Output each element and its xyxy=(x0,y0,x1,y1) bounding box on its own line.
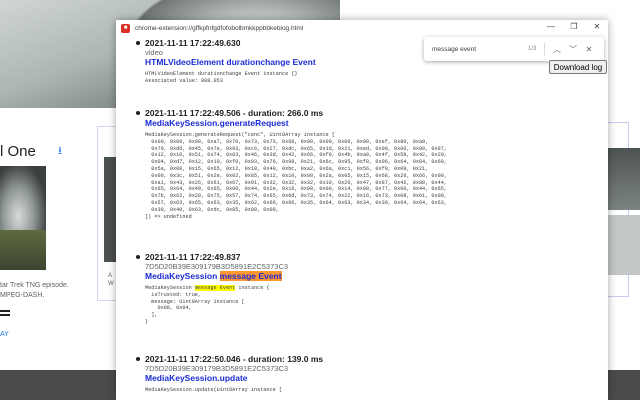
log-entry-timestamp-text: 2021-11-11 17:22:49.630 xyxy=(145,38,241,48)
background-card-description-line: MPEG-DASH. xyxy=(0,292,45,299)
log-entry-name: MediaKeySession.update xyxy=(145,373,248,383)
log-entry-subtitle: 7D5D20B39E309179B3D5891E2C5373C3 xyxy=(145,262,289,271)
background-card-description-line: tar Trek TNG episode. xyxy=(0,282,69,289)
find-close-button[interactable]: ✕ xyxy=(583,45,595,54)
log-entry-timestamp-text: 2021-11-11 17:22:49.506 - duration: 266.… xyxy=(145,108,324,118)
log-entry: 2021-11-11 17:22:49.630 video HTMLVideoE… xyxy=(136,38,556,85)
log-entry-name: MediaKeySession.generateRequest xyxy=(145,118,289,128)
log-entry-code: MediaKeySession message Event instance {… xyxy=(145,285,556,326)
background-card-title: l One xyxy=(0,143,36,160)
log-entry: 2021-11-11 17:22:49.837 7D5D20B39E309179… xyxy=(136,252,556,326)
restore-button[interactable]: ❐ xyxy=(569,22,579,31)
background-right-thumbnail xyxy=(603,148,640,210)
log-entry-timestamp-text: 2021-11-11 17:22:50.046 - duration: 139.… xyxy=(145,354,324,364)
background-card-link[interactable]: AY xyxy=(0,331,9,338)
bullet-icon xyxy=(136,255,140,259)
log-entry-timestamp: 2021-11-11 17:22:49.630 xyxy=(136,38,556,48)
log-entry-name: MediaKeySession message Event xyxy=(145,271,556,281)
find-next-button[interactable]: ﹀ xyxy=(567,44,579,55)
find-highlight: message Event xyxy=(194,285,236,291)
log-entry-timestamp-text: 2021-11-11 17:22:49.837 xyxy=(145,252,241,262)
log-entry-code: MediaKeySession.generateRequest("cenc", … xyxy=(145,132,447,220)
download-icon[interactable]: ⭳ xyxy=(58,142,62,161)
log-entry: 2021-11-11 17:22:50.046 - duration: 139.… xyxy=(136,354,556,394)
log-entry-timestamp: 2021-11-11 17:22:50.046 - duration: 139.… xyxy=(136,354,556,364)
menu-icon[interactable] xyxy=(0,310,10,316)
window-controls: — ❐ ✕ xyxy=(546,22,602,31)
bullet-icon xyxy=(136,41,140,45)
log-entry-name-prefix: MediaKeySession xyxy=(145,271,220,281)
bullet-icon xyxy=(136,111,140,115)
background-right-thumbnail-lower xyxy=(603,215,640,275)
log-entry-code: MediaKeySession.update(Uint8Array instan… xyxy=(145,387,282,393)
download-log-button[interactable]: Download log xyxy=(549,60,607,74)
background-card-2-text: A W xyxy=(108,272,114,288)
log-entry-code-prefix: MediaKeySession xyxy=(145,285,195,291)
log-entry-code: HTMLVideoElement durationchange Event in… xyxy=(145,71,298,84)
bullet-icon xyxy=(136,357,140,361)
log-entry-name: HTMLVideoElement durationchange Event xyxy=(145,57,316,67)
background-card-2-text-line: W xyxy=(108,281,114,287)
find-highlight-active: message Event xyxy=(219,271,282,281)
log-entry-timestamp: 2021-11-11 17:22:49.506 - duration: 266.… xyxy=(136,108,556,118)
window-url: chrome-extension://gffkpfnfgdfofobolbmkk… xyxy=(135,24,304,32)
background-card-thumbnail-lower xyxy=(0,230,46,270)
background-card-description: tar Trek TNG episode. MPEG-DASH. xyxy=(0,281,69,301)
close-window-button[interactable]: ✕ xyxy=(592,22,602,31)
log-entry-timestamp: 2021-11-11 17:22:49.837 xyxy=(136,252,556,262)
extension-favicon-icon: ■ xyxy=(121,23,130,33)
window-titlebar[interactable]: ■ chrome-extension://gffkpfnfgdfofobolbm… xyxy=(116,20,608,36)
minimize-button[interactable]: — xyxy=(546,22,556,31)
log-entry-subtitle: video xyxy=(145,48,163,57)
background-card-2-text-line: A xyxy=(108,273,113,279)
log-entry: 2021-11-11 17:22:49.506 - duration: 266.… xyxy=(136,108,556,220)
log-window: ■ chrome-extension://gffkpfnfgdfofobolbm… xyxy=(116,20,608,400)
log-entry-subtitle: 7D5D20B39E309179B3D5891E2C5373C3 xyxy=(145,364,289,373)
